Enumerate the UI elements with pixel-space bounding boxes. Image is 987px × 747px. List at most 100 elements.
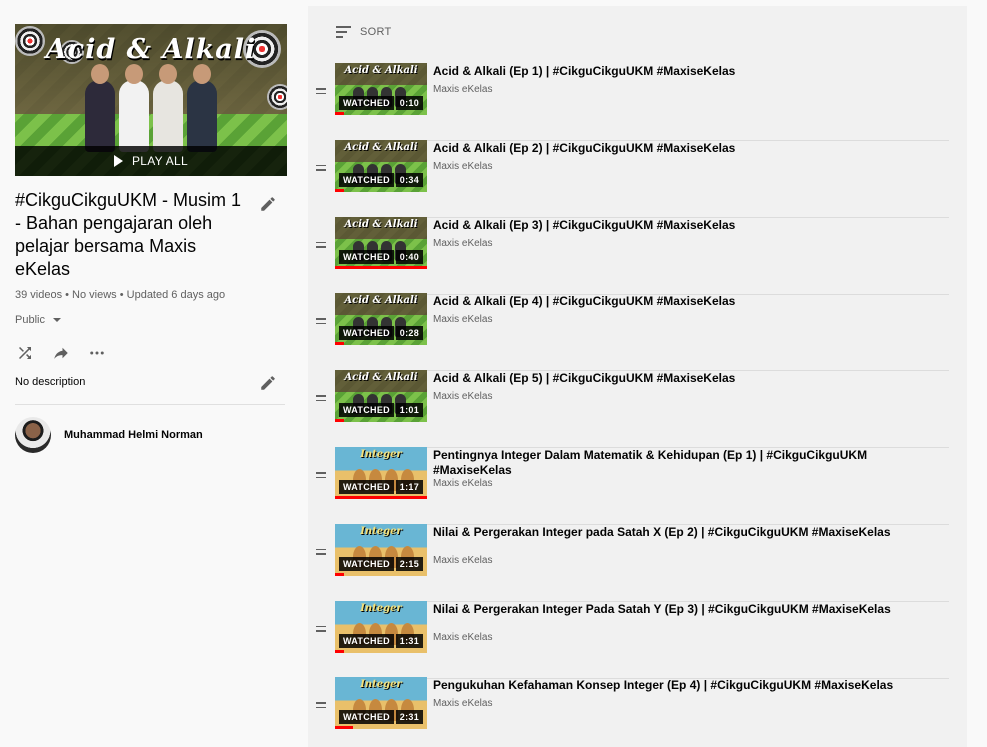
drag-handle-icon[interactable] (316, 241, 326, 248)
sort-button[interactable]: SORT (336, 26, 392, 38)
video-thumbnail[interactable]: Acid & Alkali WATCHED 0:34 (335, 139, 427, 192)
playlist-video-item[interactable]: Integer WATCHED 2:31 Pengukuhan Kefahama… (308, 677, 949, 747)
thumbnail-text: Acid & Alkali (344, 218, 418, 230)
duration-badge: 0:34 (395, 172, 423, 187)
playlist-owner[interactable]: Muhammad Helmi Norman (15, 417, 203, 453)
drag-handle-icon[interactable] (316, 548, 326, 555)
playlist-video-item[interactable]: Acid & Alkali WATCHED 0:28 Acid & Alkali… (308, 293, 949, 372)
thumbnail-text: Acid & Alkali (344, 141, 418, 153)
more-horiz-icon[interactable] (87, 343, 107, 363)
watched-badge: WATCHED (339, 96, 394, 110)
divider (15, 404, 285, 405)
playlist-video-item[interactable]: Acid & Alkali WATCHED 0:40 Acid & Alkali… (308, 216, 949, 295)
watch-progress-bar (335, 496, 427, 499)
privacy-dropdown[interactable]: Public (15, 314, 61, 326)
watch-progress-bar (335, 342, 345, 346)
watch-progress-bar (335, 265, 427, 269)
playlist-actions (15, 343, 107, 363)
playlist-video-item[interactable]: Acid & Alkali WATCHED 0:34 Acid & Alkali… (308, 139, 949, 218)
video-title[interactable]: Nilai & Pergerakan Integer Pada Satah Y … (433, 602, 933, 617)
playlist-video-item[interactable]: Acid & Alkali WATCHED 0:10 Acid & Alkali… (308, 63, 949, 141)
video-thumbnail[interactable]: Integer WATCHED 1:17 (335, 447, 427, 499)
pencil-icon[interactable] (259, 374, 277, 392)
play-icon (113, 155, 123, 167)
duration-badge: 1:17 (395, 480, 423, 494)
channel-name[interactable]: Maxis eKelas (433, 314, 492, 325)
drag-handle-icon[interactable] (316, 88, 326, 94)
shuffle-icon[interactable] (15, 343, 35, 363)
watch-progress-bar (335, 419, 345, 423)
video-thumbnail[interactable]: Integer WATCHED 2:15 (335, 523, 427, 576)
playlist-thumbnail[interactable]: Acid & Alkali PLAY ALL (15, 24, 287, 176)
drag-handle-icon[interactable] (316, 164, 326, 171)
duration-badge: 1:01 (395, 403, 423, 418)
playlist-video-item[interactable]: Integer WATCHED 1:17 Pentingnya Integer … (308, 447, 949, 525)
playlist-video-item[interactable]: Integer WATCHED 2:15 Nilai & Pergerakan … (308, 523, 949, 602)
video-thumbnail[interactable]: Acid & Alkali WATCHED 0:40 (335, 216, 427, 269)
thumbnail-text: Integer (360, 679, 402, 691)
play-all-button[interactable]: PLAY ALL (15, 146, 287, 176)
drag-handle-icon[interactable] (316, 472, 326, 478)
channel-name[interactable]: Maxis eKelas (433, 632, 492, 643)
video-thumbnail[interactable]: Acid & Alkali WATCHED 0:10 (335, 63, 427, 115)
video-thumbnail[interactable]: Integer WATCHED 1:31 (335, 600, 427, 653)
watched-badge: WATCHED (339, 172, 394, 187)
watched-badge: WATCHED (339, 633, 394, 648)
channel-name[interactable]: Maxis eKelas (433, 161, 492, 172)
video-thumbnail[interactable]: Acid & Alkali WATCHED 0:28 (335, 293, 427, 346)
playlist-video-item[interactable]: Integer WATCHED 1:31 Nilai & Pergerakan … (308, 600, 949, 679)
video-title[interactable]: Acid & Alkali (Ep 2) | #CikguCikguUKM #M… (433, 141, 933, 156)
duration-badge: 0:10 (395, 96, 423, 110)
privacy-label: Public (15, 314, 45, 326)
video-title[interactable]: Acid & Alkali (Ep 5) | #CikguCikguUKM #M… (433, 371, 933, 386)
drag-handle-icon[interactable] (316, 395, 326, 402)
playlist-video-item[interactable]: Acid & Alkali WATCHED 1:01 Acid & Alkali… (308, 370, 949, 449)
video-title[interactable]: Acid & Alkali (Ep 1) | #CikguCikguUKM #M… (433, 64, 933, 79)
duration-badge: 2:15 (395, 556, 423, 571)
duration-badge: 1:31 (395, 633, 423, 648)
watch-progress-bar (335, 112, 345, 115)
watched-badge: WATCHED (339, 326, 394, 341)
playlist-description: No description (15, 376, 86, 388)
watched-badge: WATCHED (339, 556, 394, 571)
video-title[interactable]: Acid & Alkali (Ep 3) | #CikguCikguUKM #M… (433, 218, 933, 233)
playlist-title: #CikguCikguUKM - Musim 1 - Bahan pengaja… (15, 190, 242, 279)
channel-name[interactable]: Maxis eKelas (433, 238, 492, 249)
channel-name[interactable]: Maxis eKelas (433, 391, 492, 402)
thumbnail-title: Acid & Alkali (45, 34, 257, 65)
video-title[interactable]: Pengukuhan Kefahaman Konsep Integer (Ep … (433, 678, 933, 693)
watched-badge: WATCHED (339, 710, 394, 725)
playlist-stats: 39 videos • No views • Updated 6 days ag… (15, 289, 226, 301)
duration-badge: 2:31 (395, 710, 423, 725)
sort-icon (336, 26, 351, 38)
duration-badge: 0:40 (395, 249, 423, 264)
channel-name[interactable]: Maxis eKelas (433, 698, 492, 709)
thumbnail-text: Acid & Alkali (344, 295, 418, 307)
watch-progress-bar (335, 726, 354, 730)
avatar[interactable] (15, 417, 51, 453)
watched-badge: WATCHED (339, 249, 394, 264)
video-thumbnail[interactable]: Integer WATCHED 2:31 (335, 677, 427, 730)
watch-progress-bar (335, 572, 345, 576)
playlist-sidebar: Acid & Alkali PLAY ALL #CikguCikguUKM - … (0, 0, 300, 747)
pencil-icon[interactable] (259, 195, 277, 213)
channel-name[interactable]: Maxis eKelas (433, 555, 492, 566)
video-title[interactable]: Nilai & Pergerakan Integer pada Satah X … (433, 525, 933, 540)
video-title[interactable]: Pentingnya Integer Dalam Matematik & Keh… (433, 448, 933, 478)
owner-name[interactable]: Muhammad Helmi Norman (64, 429, 203, 441)
watch-progress-bar (335, 188, 345, 192)
drag-handle-icon[interactable] (316, 625, 326, 632)
drag-handle-icon[interactable] (316, 318, 326, 325)
video-title[interactable]: Acid & Alkali (Ep 4) | #CikguCikguUKM #M… (433, 294, 933, 309)
watched-badge: WATCHED (339, 403, 394, 418)
share-icon[interactable] (51, 343, 71, 363)
playlist-video-list: SORT Acid & Alkali WATCHED 0:10 Acid & A… (308, 6, 967, 747)
channel-name[interactable]: Maxis eKelas (433, 478, 492, 489)
sort-label: SORT (360, 26, 392, 38)
channel-name[interactable]: Maxis eKelas (433, 84, 492, 95)
thumbnail-text: Acid & Alkali (344, 372, 418, 384)
duration-badge: 0:28 (395, 326, 423, 341)
drag-handle-icon[interactable] (316, 702, 326, 709)
video-thumbnail[interactable]: Acid & Alkali WATCHED 1:01 (335, 370, 427, 423)
thumbnail-text: Integer (360, 602, 402, 614)
